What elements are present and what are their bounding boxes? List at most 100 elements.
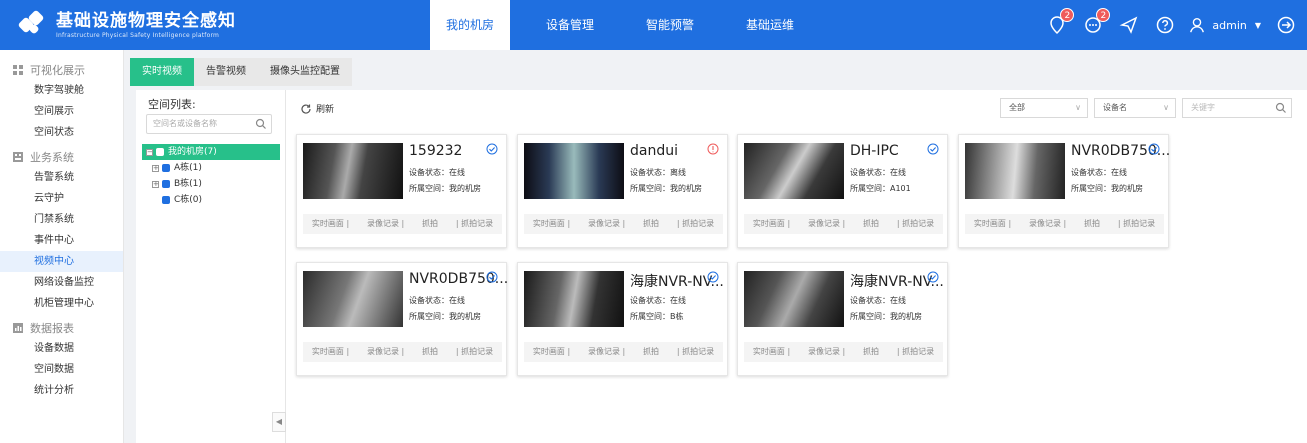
snapshot-records-link[interactable]: | 抓拍记录 [1118, 214, 1155, 234]
card-actions: 实时画面 | 录像记录 | 抓拍 | 抓拍记录 [303, 214, 502, 234]
logout-icon[interactable] [1275, 14, 1297, 36]
collapse-icon[interactable]: − [146, 148, 153, 156]
recording-link[interactable]: 录像记录 | [588, 214, 625, 234]
message-icon[interactable]: 2 [1082, 8, 1111, 36]
video-thumbnail[interactable] [303, 271, 403, 327]
sidebar-item-space-data[interactable]: 空间数据 [0, 359, 123, 380]
sidebar-group-business[interactable]: 业务系统 [0, 147, 123, 167]
username: admin [1212, 18, 1247, 32]
nav-basic-ops[interactable]: 基础运维 [730, 0, 810, 50]
snapshot-records-link[interactable]: | 抓拍记录 [456, 214, 493, 234]
help-icon[interactable] [1154, 14, 1176, 36]
camera-card[interactable]: 海康NVR-NV... 设备状态：在线 所属空间：我的机房 实时画面 | 录像记录 | 抓… [737, 262, 948, 376]
snapshot-records-link[interactable]: | 抓拍记录 [456, 342, 493, 362]
location-alert-icon[interactable]: 2 [1046, 8, 1075, 36]
camera-card[interactable]: 海康NVR-NV... 设备状态：在线 所属空间：B栋 实时画面 | 录像记录 | 抓拍 |… [517, 262, 728, 376]
search-icon[interactable] [1275, 102, 1287, 114]
recording-link[interactable]: 录像记录 | [1029, 214, 1066, 234]
snapshot-link[interactable]: 抓拍 [863, 214, 879, 234]
camera-card[interactable]: NVR0DB750... 设备状态：在线 所属空间：我的机房 实时画面 | 录像记录 |… [958, 134, 1170, 248]
tab-alarm-video[interactable]: 告警视频 [194, 58, 258, 86]
sidebar-item-alarm[interactable]: 告警系统 [0, 167, 123, 188]
video-thumbnail[interactable] [303, 143, 403, 199]
snapshot-link[interactable]: 抓拍 [643, 214, 659, 234]
video-thumbnail[interactable] [744, 271, 844, 327]
device-status: 设备状态：在线 [409, 168, 465, 177]
chevron-down-icon: ∨ [1075, 103, 1081, 112]
refresh-icon [301, 103, 311, 114]
sidebar-item-cabinet[interactable]: 机柜管理中心 [0, 293, 123, 314]
keyword-input[interactable]: 关键字 [1182, 98, 1292, 118]
sidebar-item-network[interactable]: 网络设备监控 [0, 272, 123, 293]
camera-card[interactable]: dandui 设备状态：离线 所属空间：我的机房 实时画面 | 录像记录 | 抓拍 | 抓拍… [517, 134, 728, 248]
snapshot-records-link[interactable]: | 抓拍记录 [677, 342, 714, 362]
sidebar-group-label: 业务系统 [30, 151, 74, 164]
search-icon[interactable] [255, 118, 267, 130]
snapshot-records-link[interactable]: | 抓拍记录 [897, 214, 934, 234]
user-menu[interactable]: admin ▼ [1188, 16, 1261, 34]
nav-smart-alert[interactable]: 智能预警 [630, 0, 710, 50]
live-view-link[interactable]: 实时画面 | [312, 342, 349, 362]
camera-name: DH-IPC [850, 143, 899, 159]
sidebar-item-stats[interactable]: 统计分析 [0, 380, 123, 401]
nav-device-mgmt[interactable]: 设备管理 [530, 0, 610, 50]
collapse-panel-button[interactable]: ◀ [272, 412, 286, 432]
recording-link[interactable]: 录像记录 | [808, 214, 845, 234]
video-thumbnail[interactable] [965, 143, 1065, 199]
tree-node-label: C栋(0) [174, 195, 203, 205]
tree-node-b[interactable]: + B栋(1) [142, 176, 280, 192]
thumbnail-image [965, 143, 1065, 199]
sidebar-item-space-status[interactable]: 空间状态 [0, 122, 123, 143]
sidebar-group-visual[interactable]: 可视化展示 [0, 60, 123, 80]
tree-root-node[interactable]: − 我的机房(7) [142, 144, 280, 160]
tab-live-video[interactable]: 实时视频 [130, 58, 194, 86]
snapshot-link[interactable]: 抓拍 [422, 342, 438, 362]
snapshot-records-link[interactable]: | 抓拍记录 [897, 342, 934, 362]
sidebar-item-video[interactable]: 视频中心 [0, 251, 123, 272]
snapshot-records-link[interactable]: | 抓拍记录 [677, 214, 714, 234]
video-thumbnail[interactable] [524, 143, 624, 199]
sidebar-item-dashboard[interactable]: 数字驾驶舱 [0, 80, 123, 101]
sidebar-item-space-show[interactable]: 空间展示 [0, 101, 123, 122]
check-circle-icon [707, 271, 719, 283]
camera-card[interactable]: DH-IPC 设备状态：在线 所属空间：A101 实时画面 | 录像记录 | 抓拍 | 抓拍… [737, 134, 948, 248]
filter-all-select[interactable]: 全部 ∨ [1000, 98, 1088, 118]
camera-card[interactable]: NVR0DB750... 设备状态：在线 所属空间：我的机房 实时画面 | 录像记录 |… [296, 262, 508, 376]
message-badge: 2 [1096, 8, 1111, 22]
snapshot-link[interactable]: 抓拍 [1084, 214, 1100, 234]
sidebar-item-cloud-guard[interactable]: 云守护 [0, 188, 123, 209]
sidebar-item-events[interactable]: 事件中心 [0, 230, 123, 251]
filter-device-select[interactable]: 设备名 ∨ [1094, 98, 1176, 118]
live-view-link[interactable]: 实时画面 | [753, 214, 790, 234]
chevron-down-icon: ∨ [1163, 103, 1169, 112]
space-search-input[interactable]: 空间名或设备名称 [146, 114, 272, 134]
expand-icon[interactable]: + [152, 180, 159, 188]
camera-card[interactable]: 159232 设备状态：在线 所属空间：我的机房 实时画面 | 录像记录 | 抓拍 | 抓拍… [296, 134, 507, 248]
live-view-link[interactable]: 实时画面 | [312, 214, 349, 234]
snapshot-link[interactable]: 抓拍 [863, 342, 879, 362]
live-view-link[interactable]: 实时画面 | [533, 214, 570, 234]
snapshot-link[interactable]: 抓拍 [643, 342, 659, 362]
live-view-link[interactable]: 实时画面 | [974, 214, 1011, 234]
tab-camera-config[interactable]: 摄像头监控配置 [258, 58, 352, 86]
send-icon[interactable] [1118, 14, 1140, 36]
recording-link[interactable]: 录像记录 | [588, 342, 625, 362]
live-view-link[interactable]: 实时画面 | [533, 342, 570, 362]
app-title: 基础设施物理安全感知 [56, 10, 236, 31]
video-thumbnail[interactable] [524, 271, 624, 327]
recording-link[interactable]: 录像记录 | [808, 342, 845, 362]
nav-my-room[interactable]: 我的机房 [430, 0, 510, 50]
video-thumbnail[interactable] [744, 143, 844, 199]
live-view-link[interactable]: 实时画面 | [753, 342, 790, 362]
device-space: 所属空间：我的机房 [850, 312, 922, 321]
sidebar-item-device-data[interactable]: 设备数据 [0, 338, 123, 359]
recording-link[interactable]: 录像记录 | [367, 214, 404, 234]
sidebar-group-report[interactable]: 数据报表 [0, 318, 123, 338]
sidebar-item-access[interactable]: 门禁系统 [0, 209, 123, 230]
refresh-button[interactable]: 刷新 [300, 102, 334, 115]
tree-node-c[interactable]: C栋(0) [142, 192, 280, 208]
tree-node-a[interactable]: + A栋(1) [142, 160, 280, 176]
snapshot-link[interactable]: 抓拍 [422, 214, 438, 234]
expand-icon[interactable]: + [152, 164, 159, 172]
recording-link[interactable]: 录像记录 | [367, 342, 404, 362]
